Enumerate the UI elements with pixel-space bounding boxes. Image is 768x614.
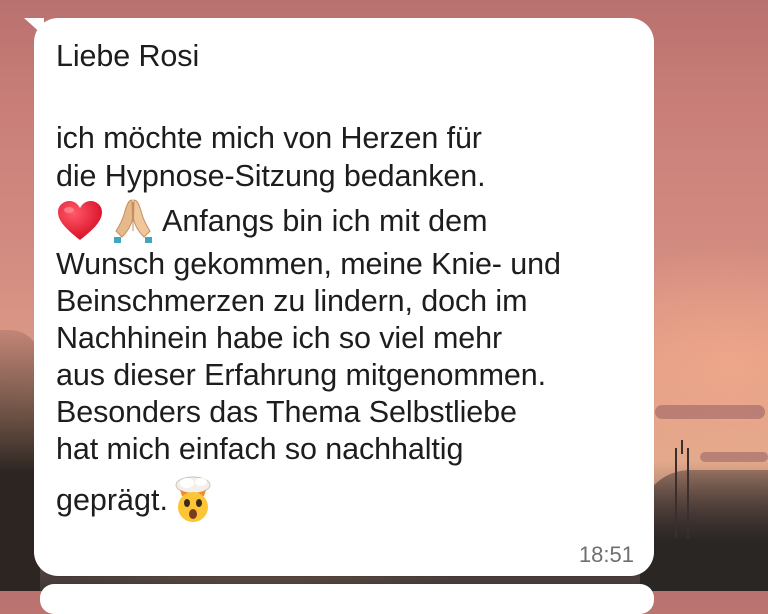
message-line: hat mich einfach so nachhaltig <box>56 432 464 466</box>
folded-hands-icon <box>108 197 158 245</box>
exploding-head-icon <box>170 476 216 524</box>
message-line: die Hypnose-Sitzung bedanken. <box>56 159 486 193</box>
message-bubble[interactable]: Liebe Rosi ich möchte mich von Herzen fü… <box>34 18 654 576</box>
background-cloud <box>655 405 765 419</box>
message-line: Anfangs bin ich mit dem <box>162 203 488 238</box>
background-cloud <box>700 452 768 462</box>
message-line: aus dieser Erfahrung mitgenommen. <box>56 358 547 392</box>
message-line: geprägt. <box>56 482 168 517</box>
message-line: Beinschmerzen zu lindern, doch im <box>56 284 528 318</box>
background-trees <box>640 470 768 591</box>
message-timestamp: 18:51 <box>578 542 634 567</box>
message-last-line: geprägt. <box>56 472 630 528</box>
message-line: Wunsch gekommen, meine Knie- und <box>56 247 561 281</box>
message-emoji-line: Anfangs bin ich mit dem <box>56 196 630 246</box>
message-line: Nachhinein habe ich so viel mehr <box>56 321 503 355</box>
next-message-bubble[interactable] <box>40 584 654 614</box>
message-line: ich möchte mich von Herzen für <box>56 121 482 155</box>
background-tower <box>675 448 689 538</box>
red-heart-icon <box>56 200 104 242</box>
message-greeting: Liebe Rosi <box>56 39 200 73</box>
message-line: Besonders das Thema Selbstliebe <box>56 395 517 429</box>
